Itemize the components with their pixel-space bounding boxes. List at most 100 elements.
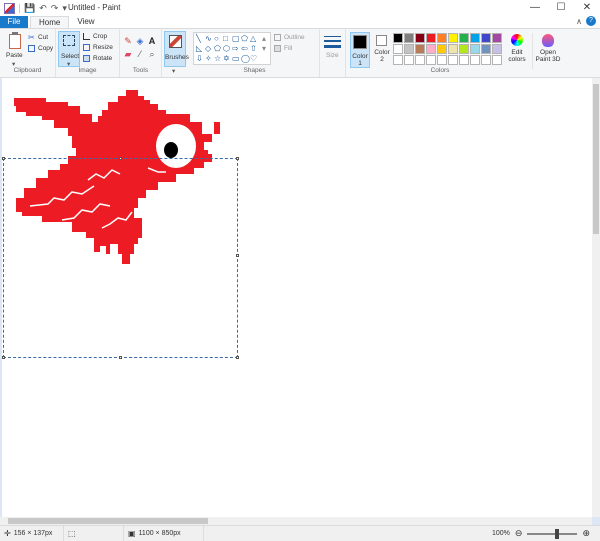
zoom-out-button[interactable]: ⊖	[515, 528, 523, 539]
palette-swatch[interactable]	[448, 44, 458, 54]
palette-swatch[interactable]	[492, 55, 502, 65]
edit-colors-button[interactable]: Edit colors	[505, 33, 529, 69]
palette-swatch[interactable]	[426, 33, 436, 43]
down-arrow-shape-icon[interactable]: ⇩	[196, 55, 203, 63]
palette-swatch[interactable]	[437, 33, 447, 43]
zoom-slider-thumb[interactable]	[555, 528, 560, 539]
undo-icon[interactable]: ↶	[39, 0, 47, 16]
oval-callout-shape-icon[interactable]: ◯	[241, 55, 250, 63]
fill-bucket-icon[interactable]: ◈	[136, 37, 144, 46]
palette-swatch[interactable]	[470, 55, 480, 65]
maximize-button[interactable]: ☐	[548, 0, 574, 16]
resize-handle-top-right[interactable]	[236, 157, 239, 160]
palette-swatch[interactable]	[481, 55, 491, 65]
color2-button[interactable]: Color 2	[372, 32, 392, 68]
rectangle-shape-icon[interactable]: □	[223, 35, 228, 43]
selection-rectangle[interactable]	[2, 157, 239, 359]
text-tool-icon[interactable]: A	[148, 37, 156, 46]
palette-swatch[interactable]	[415, 33, 425, 43]
right-triangle-shape-icon[interactable]: ◺	[196, 45, 202, 53]
palette-swatch[interactable]	[437, 55, 447, 65]
palette-swatch[interactable]	[481, 33, 491, 43]
outline-button[interactable]: Outline	[274, 34, 305, 41]
palette-swatch[interactable]	[470, 44, 480, 54]
six-point-star-shape-icon[interactable]: ✡	[223, 55, 230, 63]
palette-swatch[interactable]	[426, 44, 436, 54]
tab-home[interactable]: Home	[30, 16, 70, 28]
palette-swatch[interactable]	[459, 55, 469, 65]
resize-handle-bottom-right[interactable]	[236, 356, 239, 359]
close-button[interactable]: ✕	[574, 0, 600, 16]
palette-swatch[interactable]	[459, 33, 469, 43]
left-arrow-shape-icon[interactable]: ⇦	[241, 45, 248, 53]
curve-shape-icon[interactable]: ∿	[205, 35, 212, 43]
pentagon-shape-icon[interactable]: ⬠	[214, 45, 221, 53]
palette-swatch[interactable]	[481, 44, 491, 54]
color-picker-icon[interactable]: ⁄	[136, 50, 144, 59]
vertical-scrollbar-thumb[interactable]	[593, 84, 599, 234]
hexagon-shape-icon[interactable]: ⬡	[223, 45, 230, 53]
crop-button[interactable]: Crop	[83, 33, 107, 40]
palette-swatch[interactable]	[459, 44, 469, 54]
resize-handle-bottom[interactable]	[119, 356, 122, 359]
resize-handle-bottom-left[interactable]	[2, 356, 5, 359]
palette-swatch[interactable]	[492, 33, 502, 43]
line-shape-icon[interactable]: ╲	[196, 35, 201, 43]
rotate-button[interactable]: Rotate	[83, 55, 112, 62]
palette-swatch[interactable]	[448, 55, 458, 65]
paste-button[interactable]: Paste	[6, 52, 23, 59]
tab-view[interactable]: View	[69, 16, 102, 28]
open-paint3d-button[interactable]: Open Paint 3D	[532, 33, 562, 69]
redo-icon[interactable]: ↷	[51, 0, 59, 16]
right-arrow-shape-icon[interactable]: ⇨	[232, 45, 239, 53]
resize-handle-top[interactable]	[119, 157, 122, 160]
shapes-scroll-down-icon[interactable]: ▾	[262, 45, 266, 53]
polygon-shape-icon[interactable]: ⬠	[241, 35, 248, 43]
four-point-star-shape-icon[interactable]: ✧	[205, 55, 212, 63]
oval-shape-icon[interactable]: ○	[214, 35, 219, 43]
magnifier-icon[interactable]: ⌕	[148, 50, 156, 59]
palette-swatch[interactable]	[393, 33, 403, 43]
palette-swatch[interactable]	[470, 33, 480, 43]
palette-swatch[interactable]	[415, 44, 425, 54]
size-button[interactable]: Size	[326, 52, 339, 59]
horizontal-scrollbar-thumb[interactable]	[8, 518, 208, 524]
palette-swatch[interactable]	[404, 33, 414, 43]
eraser-icon[interactable]: ▰	[124, 50, 132, 59]
palette-swatch[interactable]	[404, 55, 414, 65]
save-icon[interactable]: 💾	[24, 0, 35, 16]
palette-swatch[interactable]	[426, 55, 436, 65]
paint-app-icon[interactable]	[4, 2, 15, 14]
cut-button[interactable]: ✂ Cut	[28, 34, 48, 42]
shapes-scroll-up-icon[interactable]: ▴	[262, 35, 266, 43]
up-arrow-shape-icon[interactable]: ⇧	[250, 45, 257, 53]
rounded-rectangle-shape-icon[interactable]: ▢	[232, 35, 240, 43]
collapse-ribbon-icon[interactable]: ∧	[576, 16, 582, 28]
minimize-button[interactable]: —	[522, 0, 548, 16]
select-button[interactable]: Select ▾	[58, 31, 80, 68]
shapes-gallery[interactable]: ╲ ∿ ○ □ ▢ ⬠ △ ◺ ◇ ⬠ ⬡ ⇨ ⇦ ⇧ ⇩ ✧ ☆ ✡ ▭ ◯ …	[193, 32, 271, 65]
tab-file[interactable]: File	[0, 16, 28, 28]
copy-button[interactable]: Copy	[28, 45, 53, 52]
palette-swatch[interactable]	[437, 44, 447, 54]
customize-dropdown-icon[interactable]: ▾	[62, 0, 67, 16]
five-point-star-shape-icon[interactable]: ☆	[214, 55, 221, 63]
palette-swatch[interactable]	[404, 44, 414, 54]
brushes-button[interactable]: Brushes	[164, 31, 189, 67]
palette-swatch[interactable]	[415, 55, 425, 65]
heart-shape-icon[interactable]: ♡	[250, 55, 257, 63]
callout-shape-icon[interactable]: ▭	[232, 55, 240, 63]
palette-swatch[interactable]	[393, 55, 403, 65]
color1-button[interactable]: Color 1	[350, 32, 370, 68]
help-icon[interactable]: ?	[586, 16, 596, 26]
palette-swatch[interactable]	[492, 44, 502, 54]
zoom-in-button[interactable]: ⊕	[582, 528, 590, 539]
horizontal-scrollbar[interactable]	[0, 517, 592, 525]
diamond-shape-icon[interactable]: ◇	[205, 45, 211, 53]
fill-button[interactable]: Fill	[274, 45, 292, 52]
palette-swatch[interactable]	[448, 33, 458, 43]
resize-handle-top-left[interactable]	[2, 157, 5, 160]
zoom-slider[interactable]	[527, 528, 578, 539]
paste-icon[interactable]	[9, 32, 21, 49]
palette-swatch[interactable]	[393, 44, 403, 54]
